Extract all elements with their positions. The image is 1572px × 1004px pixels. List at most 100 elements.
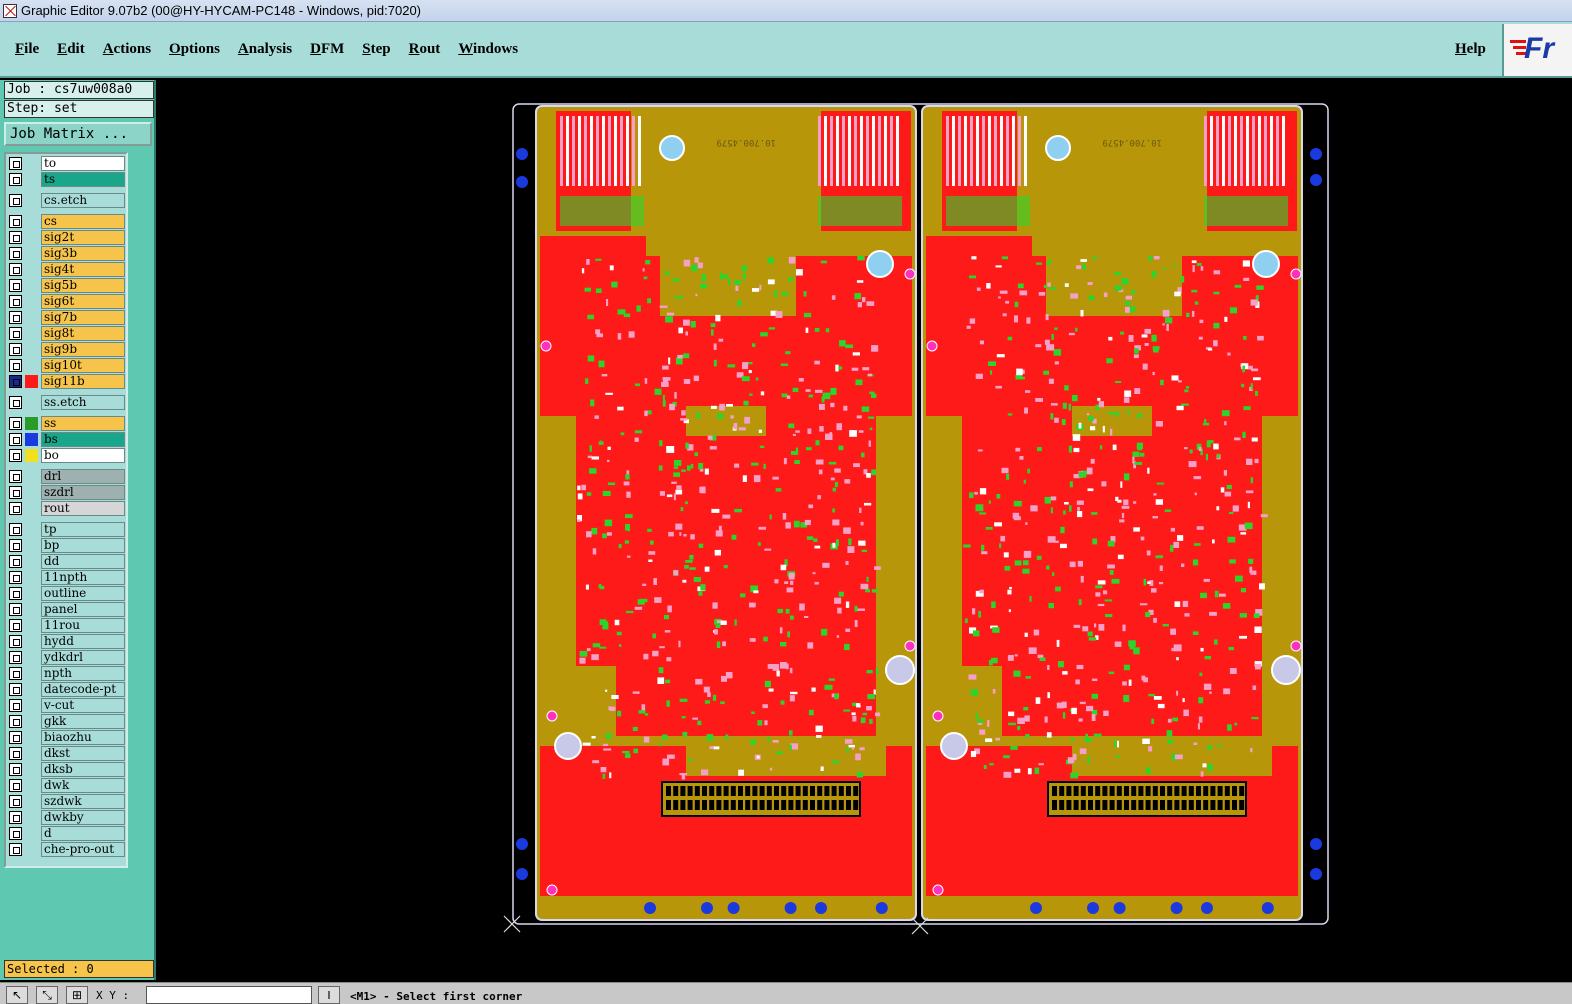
layer-checkbox[interactable]: [9, 699, 22, 712]
layer-checkbox[interactable]: [9, 795, 22, 808]
layer-checkbox[interactable]: [9, 811, 22, 824]
layer-row-v-cut[interactable]: v-cut: [9, 698, 125, 713]
layer-row-d[interactable]: d: [9, 826, 125, 841]
graphic-canvas[interactable]: 10.700.4579 10.700.4579: [158, 80, 1572, 980]
layer-row-biaozhu[interactable]: biaozhu: [9, 730, 125, 745]
layer-row-sig8t[interactable]: sig8t: [9, 326, 125, 341]
layer-row-ss.etch[interactable]: ss.etch: [9, 395, 125, 410]
layer-checkbox[interactable]: [9, 683, 22, 696]
snap-grid-icon[interactable]: ⊞: [66, 986, 88, 1004]
menu-windows[interactable]: Windows: [458, 41, 518, 58]
layer-checkbox[interactable]: [9, 843, 22, 856]
layer-row-npth[interactable]: npth: [9, 666, 125, 681]
layer-row-bs[interactable]: bs: [9, 432, 125, 447]
layer-checkbox[interactable]: [9, 279, 22, 292]
coordinate-input[interactable]: [146, 986, 312, 1004]
pcb-panel-view[interactable]: 10.700.4579 10.700.4579: [158, 80, 1572, 980]
pause-icon[interactable]: ‖: [318, 986, 340, 1004]
layer-checkbox[interactable]: [9, 215, 22, 228]
layer-row-ts[interactable]: ts: [9, 172, 125, 187]
layer-checkbox[interactable]: [9, 555, 22, 568]
job-matrix-button[interactable]: Job Matrix ...: [4, 122, 152, 146]
layer-checkbox[interactable]: [9, 603, 22, 616]
menu-options[interactable]: Options: [169, 41, 220, 58]
layer-checkbox[interactable]: [9, 295, 22, 308]
menu-file[interactable]: File: [15, 41, 39, 58]
menu-rout[interactable]: Rout: [409, 41, 441, 58]
menu-actions[interactable]: Actions: [103, 41, 151, 58]
layer-row-gkk[interactable]: gkk: [9, 714, 125, 729]
layer-row-rout[interactable]: rout: [9, 501, 125, 516]
layer-row-tp[interactable]: tp: [9, 522, 125, 537]
layer-row-dwk[interactable]: dwk: [9, 778, 125, 793]
measure-icon[interactable]: ⤡: [36, 986, 58, 1004]
layer-row-szdwk[interactable]: szdwk: [9, 794, 125, 809]
menu-edit[interactable]: Edit: [57, 41, 85, 58]
layer-checkbox[interactable]: [9, 470, 22, 483]
layer-checkbox[interactable]: [9, 263, 22, 276]
layer-checkbox[interactable]: [9, 486, 22, 499]
layer-row-sig2t[interactable]: sig2t: [9, 230, 125, 245]
layer-checkbox[interactable]: [9, 311, 22, 324]
layer-row-panel[interactable]: panel: [9, 602, 125, 617]
layer-row-bp[interactable]: bp: [9, 538, 125, 553]
layer-row-11npth[interactable]: 11npth: [9, 570, 125, 585]
layer-checkbox[interactable]: [9, 715, 22, 728]
layer-checkbox[interactable]: [9, 359, 22, 372]
layer-checkbox[interactable]: [9, 194, 22, 207]
layer-row-11rou[interactable]: 11rou: [9, 618, 125, 633]
layer-row-sig3b[interactable]: sig3b: [9, 246, 125, 261]
layer-checkbox[interactable]: [9, 343, 22, 356]
layer-checkbox[interactable]: [9, 587, 22, 600]
layer-checkbox[interactable]: [9, 827, 22, 840]
layer-row-dd[interactable]: dd: [9, 554, 125, 569]
layer-row-ydkdrl[interactable]: ydkdrl: [9, 650, 125, 665]
layer-checkbox[interactable]: [9, 157, 22, 170]
layer-row-sig7b[interactable]: sig7b: [9, 310, 125, 325]
layer-checkbox[interactable]: [9, 667, 22, 680]
layer-row-datecode-pt[interactable]: datecode-pt: [9, 682, 125, 697]
layer-checkbox[interactable]: [9, 231, 22, 244]
layer-row-outline[interactable]: outline: [9, 586, 125, 601]
layer-checkbox[interactable]: [9, 433, 22, 446]
layer-row-hydd[interactable]: hydd: [9, 634, 125, 649]
layer-checkbox[interactable]: [9, 539, 22, 552]
layer-checkbox[interactable]: [9, 173, 22, 186]
menu-dfm[interactable]: DFM: [310, 41, 344, 58]
layer-row-sig4t[interactable]: sig4t: [9, 262, 125, 277]
layer-row-dwkby[interactable]: dwkby: [9, 810, 125, 825]
layer-row-sig6t[interactable]: sig6t: [9, 294, 125, 309]
menu-help[interactable]: Help: [1455, 41, 1486, 58]
layer-checkbox[interactable]: [9, 523, 22, 536]
layer-row-drl[interactable]: drl: [9, 469, 125, 484]
layer-checkbox[interactable]: [9, 396, 22, 409]
layer-checkbox[interactable]: [9, 375, 22, 388]
layer-row-cs[interactable]: cs: [9, 214, 125, 229]
layer-checkbox[interactable]: [9, 571, 22, 584]
layer-row-dksb[interactable]: dksb: [9, 762, 125, 777]
layer-row-sig9b[interactable]: sig9b: [9, 342, 125, 357]
layer-checkbox[interactable]: [9, 747, 22, 760]
layer-checkbox[interactable]: [9, 449, 22, 462]
layer-checkbox[interactable]: [9, 417, 22, 430]
layer-row-sig10t[interactable]: sig10t: [9, 358, 125, 373]
menu-step[interactable]: Step: [362, 41, 390, 58]
layer-checkbox[interactable]: [9, 731, 22, 744]
layer-checkbox[interactable]: [9, 327, 22, 340]
select-arrow-icon[interactable]: ↖: [6, 986, 28, 1004]
layer-row-szdrl[interactable]: szdrl: [9, 485, 125, 500]
layer-row-ss[interactable]: ss: [9, 416, 125, 431]
layer-row-dkst[interactable]: dkst: [9, 746, 125, 761]
menu-analysis[interactable]: Analysis: [238, 41, 292, 58]
layer-checkbox[interactable]: [9, 247, 22, 260]
layer-row-sig5b[interactable]: sig5b: [9, 278, 125, 293]
layer-row-bo[interactable]: bo: [9, 448, 125, 463]
layer-checkbox[interactable]: [9, 619, 22, 632]
layer-checkbox[interactable]: [9, 779, 22, 792]
layer-checkbox[interactable]: [9, 651, 22, 664]
layer-row-to[interactable]: to: [9, 156, 125, 171]
layer-row-che-pro-out[interactable]: che-pro-out: [9, 842, 125, 857]
layer-checkbox[interactable]: [9, 635, 22, 648]
layer-row-sig11b[interactable]: sig11b: [9, 374, 125, 389]
layer-row-cs.etch[interactable]: cs.etch: [9, 193, 125, 208]
